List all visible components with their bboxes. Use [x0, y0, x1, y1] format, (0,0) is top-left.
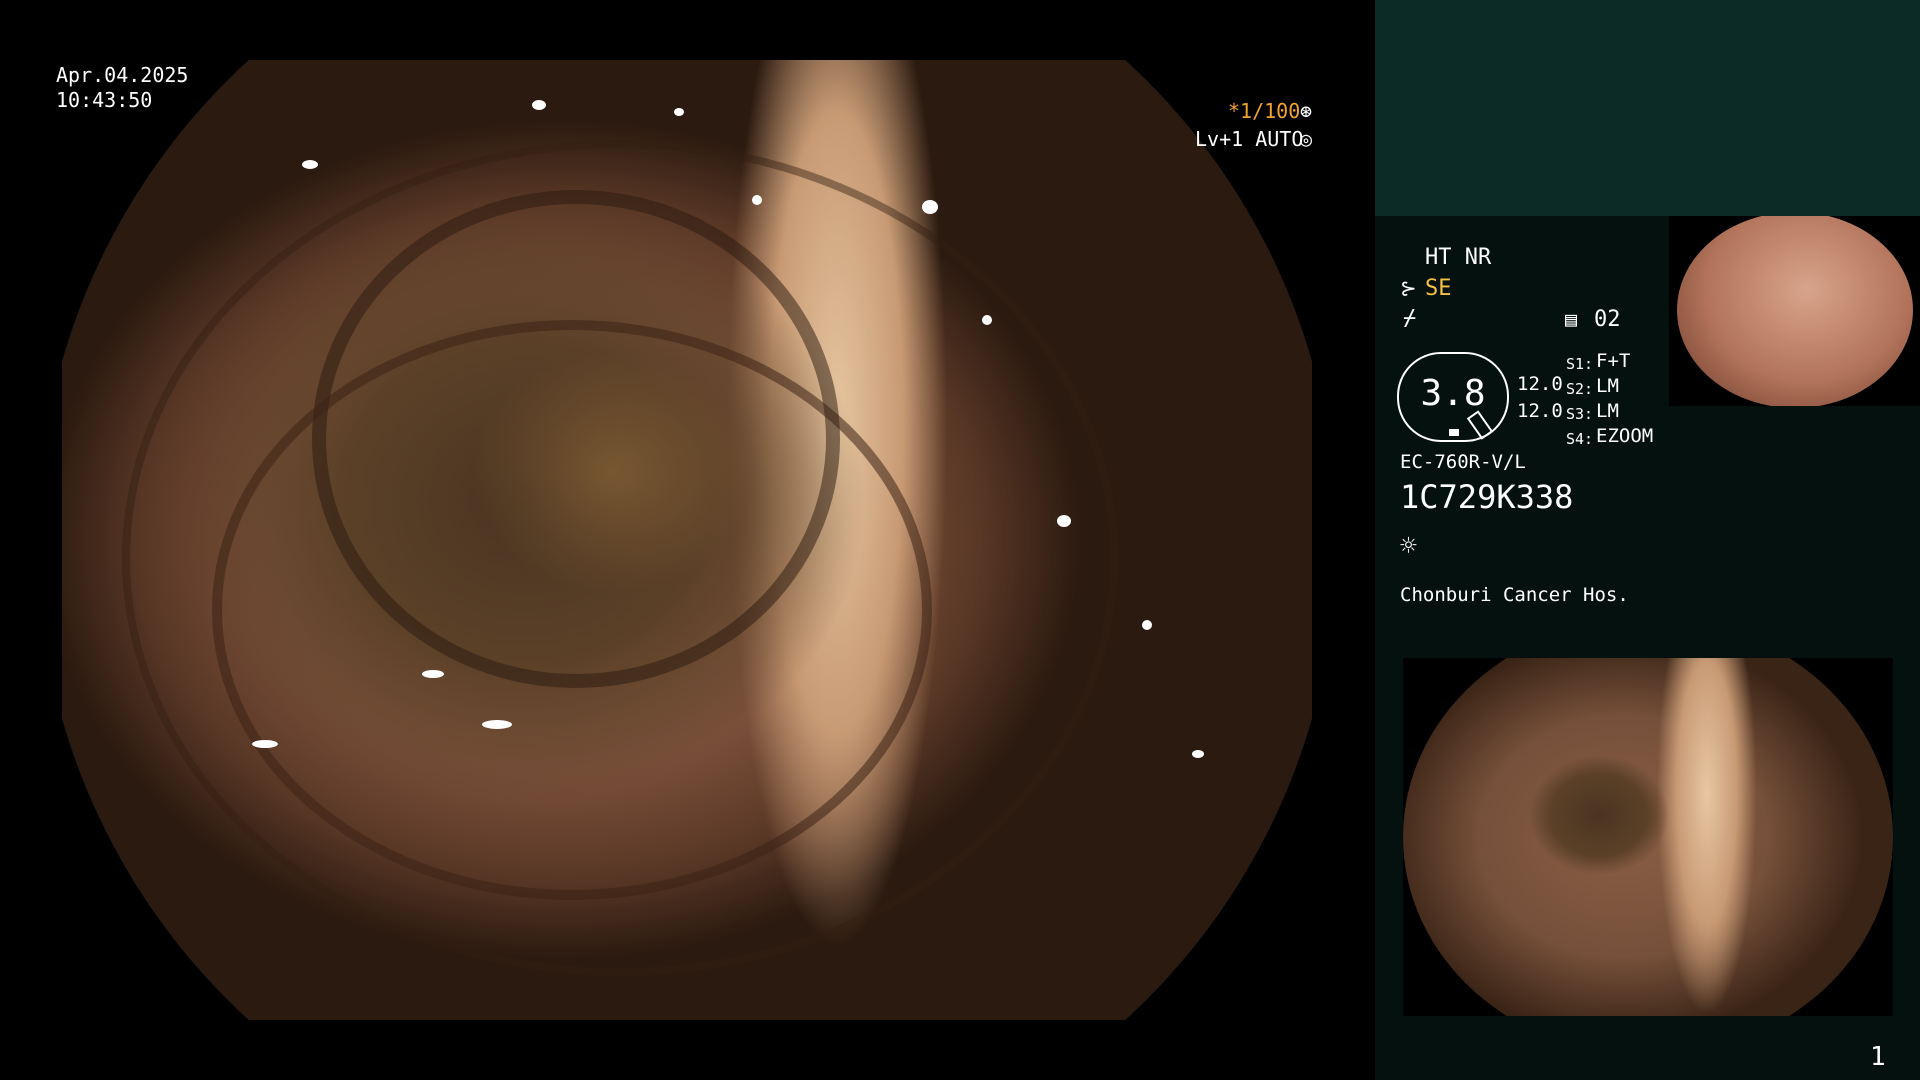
specular-highlight	[982, 315, 992, 325]
info-sidebar: HT NR ⊱ SE ⌿ ▤ 02 3.8 12.0 12.0 S1: F+T …	[1375, 0, 1920, 1080]
image-count: 1	[1870, 1042, 1886, 1072]
specular-highlight	[1192, 750, 1204, 758]
scope-bar-icon	[1449, 429, 1459, 436]
switch-key: S4:	[1566, 430, 1594, 448]
switch-key: S1:	[1566, 355, 1594, 373]
auto-iris-icon: ◎	[1300, 127, 1313, 151]
switch-value: F+T	[1596, 350, 1631, 372]
switch-value: LM	[1596, 375, 1619, 397]
sidebar-header-panel	[1375, 0, 1920, 216]
specular-highlight	[674, 108, 684, 116]
ht-nr-label: HT NR	[1425, 245, 1492, 270]
scope-model: EC-760R-V/L	[1400, 451, 1526, 473]
reference-thumbnail-bottom[interactable]	[1403, 658, 1893, 1016]
scope-status-icon: 3.8	[1397, 352, 1509, 442]
memory-number: 02	[1594, 307, 1621, 332]
specular-highlight	[482, 720, 512, 729]
reference-thumbnail-top[interactable]	[1669, 216, 1920, 406]
specular-highlight	[422, 670, 444, 678]
specular-highlight	[252, 740, 278, 748]
scope-value: 3.8	[1420, 373, 1486, 414]
switch-key: S3:	[1566, 405, 1594, 423]
endoscope-live-image	[62, 60, 1312, 1020]
switch-value: LM	[1596, 400, 1619, 422]
specular-highlight	[532, 100, 546, 110]
main-endoscope-view: Apr.04.2025 10:43:50 *1/100 ⊛ Lv+1 AUTO …	[0, 0, 1375, 1080]
specular-highlight	[1057, 515, 1071, 527]
memory-card-icon: ▤	[1565, 307, 1578, 331]
switch-key: S2:	[1566, 380, 1594, 398]
thumbnail-image	[1403, 658, 1893, 1016]
thumbnail-image	[1677, 216, 1913, 406]
image-mode-label: SE	[1425, 276, 1452, 301]
setting-value-1: 12.0	[1517, 373, 1563, 395]
exam-date: Apr.04.2025	[56, 63, 189, 87]
enhancement-level: Lv+1 AUTO	[1195, 127, 1304, 151]
switch-value: EZOOM	[1596, 425, 1654, 447]
light-source-icon: ☼	[1400, 529, 1417, 562]
mucosal-fold	[122, 140, 1118, 976]
hospital-name: Chonburi Cancer Hos.	[1400, 584, 1629, 606]
exam-time: 10:43:50	[56, 88, 153, 112]
specular-highlight	[1142, 620, 1152, 630]
specular-highlight	[922, 200, 938, 214]
color-mode-icon: ⌿	[1403, 306, 1417, 331]
scope-tilt-icon	[1466, 410, 1494, 440]
shutter-speed: *1/100	[1228, 99, 1301, 123]
specular-highlight	[752, 195, 762, 205]
setting-value-2: 12.0	[1517, 400, 1563, 422]
specular-highlight	[302, 160, 318, 169]
aperture-icon: ⊛	[1300, 99, 1313, 123]
scope-serial: 1C729K338	[1400, 478, 1574, 516]
structure-enhance-icon: ⊱	[1400, 276, 1417, 300]
